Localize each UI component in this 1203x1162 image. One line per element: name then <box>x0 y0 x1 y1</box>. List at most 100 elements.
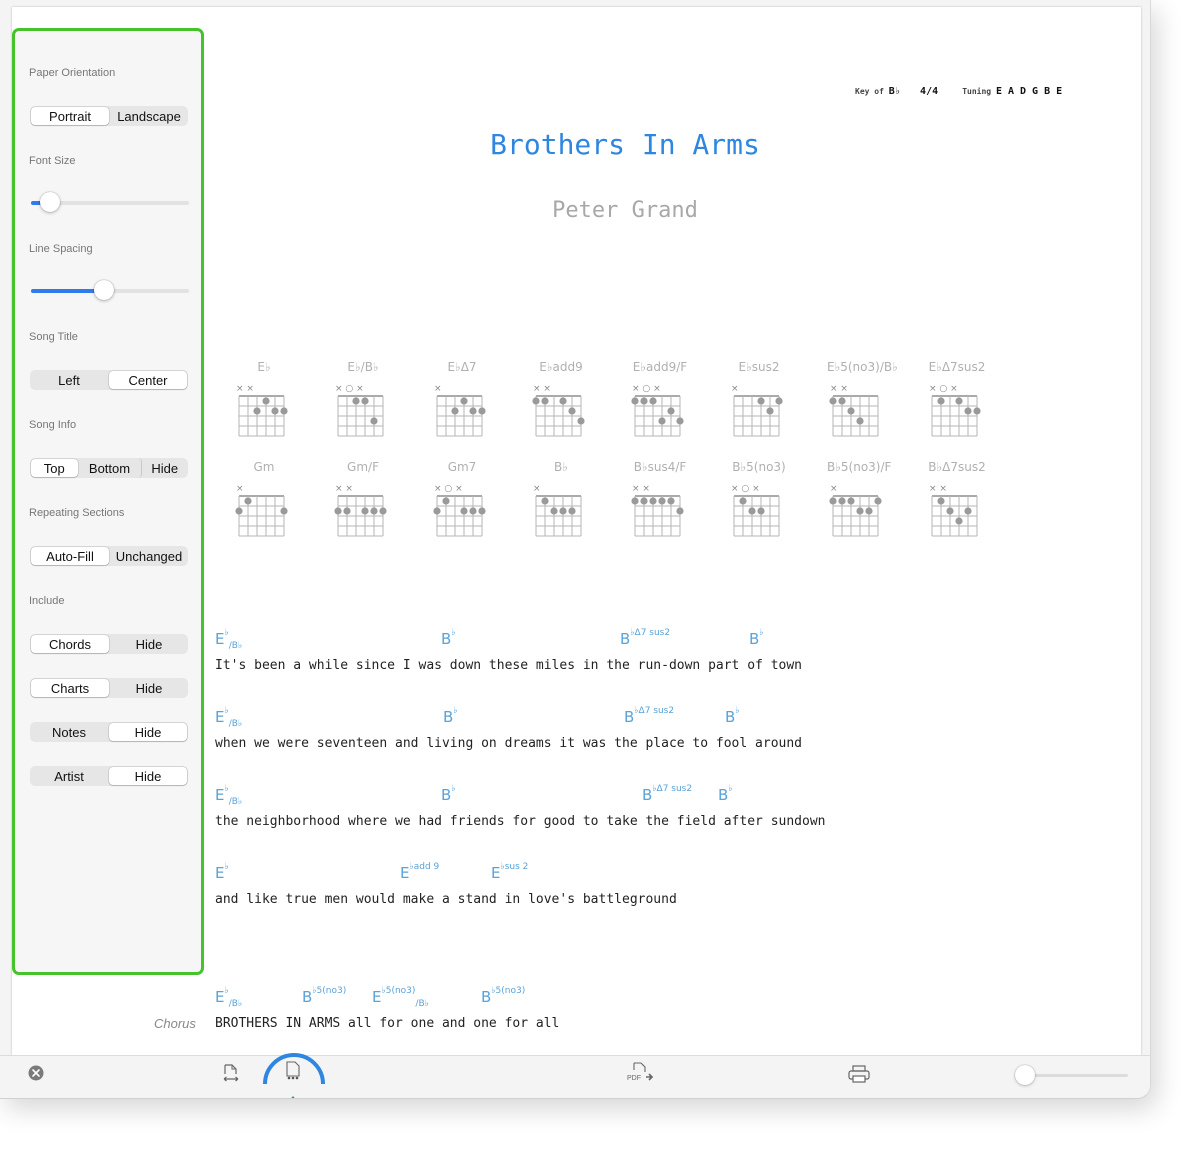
auto-fill-option[interactable]: Auto-Fill <box>31 547 109 565</box>
finger-dot <box>550 507 558 515</box>
svg-text:× ○ ×: × ○ × <box>731 484 760 494</box>
line-spacing-label: Line Spacing <box>29 243 93 255</box>
finger-dot <box>541 397 549 405</box>
page-options-icon[interactable] <box>257 1044 331 1099</box>
chord-chart: E♭ × × <box>233 360 293 446</box>
tuning-label: Tuning <box>962 87 992 96</box>
song-artist: Peter Grand <box>552 198 698 223</box>
chord-chart: B♭Δ7sus2 × × <box>926 460 986 546</box>
export-pdf-icon[interactable]: PDF <box>626 1062 658 1084</box>
close-icon[interactable] <box>28 1065 44 1081</box>
finger-dot <box>829 497 837 505</box>
finger-dot <box>478 407 486 415</box>
svg-text:× ○ ×: × ○ × <box>335 384 364 394</box>
finger-dot <box>658 417 666 425</box>
chord: B♭Δ7 sus2 <box>624 706 675 726</box>
artist-hide-option[interactable]: Hide <box>109 767 187 785</box>
section-label: Chorus <box>154 1016 196 1031</box>
chord-chart-name: Gm/F <box>347 460 379 474</box>
left-option[interactable]: Left <box>30 370 108 390</box>
fretboard-diagram: × <box>731 384 783 437</box>
svg-text:× ×: × × <box>929 484 947 494</box>
unchanged-option[interactable]: Unchanged <box>110 546 188 566</box>
chord: B♭ <box>718 784 733 804</box>
svg-text:×: × <box>830 484 838 494</box>
finger-dot <box>739 497 747 505</box>
fretboard-diagram: × ○ × <box>433 484 486 537</box>
center-option[interactable]: Center <box>109 371 187 389</box>
time-signature: 4/4 <box>920 86 939 97</box>
finger-dot <box>568 507 576 515</box>
svg-text:×: × <box>533 484 541 494</box>
line-spacing-slider[interactable] <box>31 280 189 300</box>
fretboard-diagram: × × <box>929 484 978 537</box>
include-label: Include <box>29 595 65 607</box>
svg-text:× ×: × × <box>335 484 353 494</box>
finger-dot <box>649 497 657 505</box>
font-size-slider[interactable] <box>31 192 189 212</box>
chord-chart-name: B♭Δ7sus2 <box>928 460 986 474</box>
print-icon[interactable] <box>848 1065 870 1083</box>
chord: E♭/B♭ <box>215 784 243 807</box>
chord-chart: E♭sus2 × <box>728 360 788 446</box>
finger-dot <box>667 497 675 505</box>
finger-dot <box>361 507 369 515</box>
bottom-toolbar <box>0 1055 1150 1098</box>
finger-dot <box>946 507 954 515</box>
chord: B♭ <box>749 628 764 648</box>
repeating-sections-label: Repeating Sections <box>29 507 125 519</box>
svg-text:× ○ ×: × ○ × <box>632 384 661 394</box>
chord-chart: E♭add9/F × ○ × <box>629 360 689 446</box>
arrow-icon <box>291 1096 295 1098</box>
line-spacing-fill <box>31 289 104 293</box>
finger-dot <box>469 507 477 515</box>
line-spacing-knob[interactable] <box>93 280 114 300</box>
finger-dot <box>433 507 441 515</box>
lyric-line: when we were seventeen and living on dre… <box>215 736 802 751</box>
svg-text:× ○ ×: × ○ × <box>929 384 958 394</box>
finger-dot <box>253 407 261 415</box>
lyric-line: It's been a while since I was down these… <box>215 658 802 673</box>
finger-dot <box>847 497 855 505</box>
finger-dot <box>676 507 684 515</box>
finger-dot <box>244 497 252 505</box>
finger-dot <box>676 417 684 425</box>
finger-dot <box>766 407 774 415</box>
chord-chart-name: E♭5(no3)/B♭ <box>827 360 898 374</box>
chord-chart-name: B♭5(no3) <box>732 460 786 474</box>
landscape-option[interactable]: Landscape <box>110 106 188 126</box>
chord-chart: B♭5(no3)/F × <box>827 460 891 546</box>
finger-dot <box>964 507 972 515</box>
finger-dot <box>262 397 270 405</box>
notes-hide-option[interactable]: Hide <box>109 723 187 741</box>
chords-option[interactable]: Chords <box>31 635 109 653</box>
font-size-knob[interactable] <box>39 192 60 212</box>
finger-dot <box>361 397 369 405</box>
finger-dot <box>343 507 351 515</box>
charts-option[interactable]: Charts <box>31 679 109 697</box>
chords-hide-option[interactable]: Hide <box>110 634 188 654</box>
chord: B♭ <box>441 784 456 804</box>
finger-dot <box>937 497 945 505</box>
finger-dot <box>757 507 765 515</box>
svg-text:× ×: × × <box>632 484 650 494</box>
fretboard-diagram: × × <box>829 384 879 437</box>
top-option[interactable]: Top <box>31 459 78 477</box>
finger-dot <box>865 507 873 515</box>
notes-option[interactable]: Notes <box>30 722 108 742</box>
chord-chart: E♭5(no3)/B♭ × × <box>827 360 898 446</box>
finger-dot <box>649 397 657 405</box>
finger-dot <box>973 407 981 415</box>
page-resize-icon[interactable] <box>222 1064 240 1084</box>
bottom-option[interactable]: Bottom <box>79 458 142 478</box>
fretboard-diagram: × × <box>334 484 387 537</box>
portrait-option[interactable]: Portrait <box>31 107 109 125</box>
finger-dot <box>757 397 765 405</box>
zoom-slider[interactable] <box>1015 1065 1128 1085</box>
hide-option[interactable]: Hide <box>142 458 189 478</box>
finger-dot <box>874 497 882 505</box>
finger-dot <box>469 407 477 415</box>
artist-option[interactable]: Artist <box>30 766 108 786</box>
charts-hide-option[interactable]: Hide <box>110 678 188 698</box>
fretboard-diagram: × ○ × <box>731 484 780 537</box>
